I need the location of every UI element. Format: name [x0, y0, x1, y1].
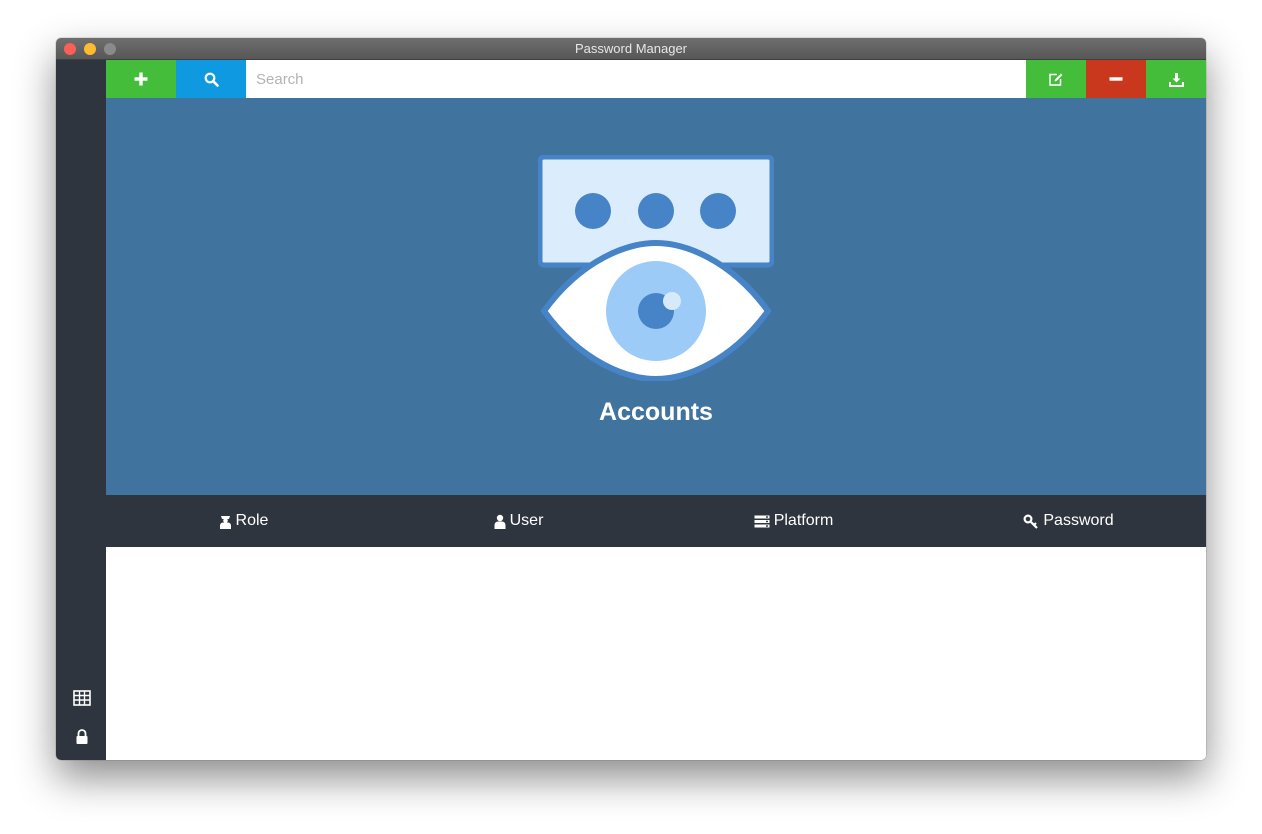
page-title: Accounts: [599, 398, 713, 426]
server-icon: [754, 515, 770, 527]
column-header-label: Password: [1043, 512, 1114, 529]
column-header-role[interactable]: Role: [106, 495, 381, 547]
minus-icon: [1109, 77, 1123, 81]
column-header-password[interactable]: Password: [931, 495, 1206, 547]
window-title: Password Manager: [575, 41, 687, 56]
download-icon: [1168, 72, 1184, 87]
search-input[interactable]: [246, 60, 1026, 98]
remove-button[interactable]: [1086, 60, 1146, 98]
column-header-label: User: [509, 512, 544, 529]
add-button[interactable]: [106, 60, 176, 98]
column-header-bar: Role User Platform Password: [106, 495, 1206, 547]
plus-icon: [134, 72, 148, 86]
toolbar: [106, 60, 1206, 98]
sidebar-item-table[interactable]: [71, 687, 93, 709]
column-header-label: Platform: [773, 512, 834, 529]
close-window-button[interactable]: [64, 43, 76, 55]
search-button[interactable]: [176, 60, 246, 98]
column-header-label: Role: [235, 512, 269, 529]
lock-icon: [76, 729, 88, 744]
column-header-platform[interactable]: Platform: [656, 495, 931, 547]
maximize-window-button[interactable]: [104, 43, 116, 55]
sidebar: [56, 60, 106, 760]
edit-icon: [1049, 73, 1063, 86]
search-icon: [204, 72, 219, 87]
role-icon: [219, 515, 231, 529]
edit-button[interactable]: [1026, 60, 1086, 98]
hero-banner: Accounts: [106, 98, 1206, 495]
sidebar-item-lock[interactable]: [71, 726, 93, 748]
accounts-list: [106, 547, 1206, 760]
user-icon: [494, 514, 506, 529]
table-icon: [73, 690, 91, 706]
minimize-window-button[interactable]: [84, 43, 96, 55]
password-eye-icon: [538, 155, 774, 381]
key-icon: [1023, 513, 1039, 529]
title-bar: Password Manager: [56, 38, 1206, 60]
app-window: Password Manager Search Accounts Role Us…: [56, 38, 1206, 760]
column-header-user[interactable]: User: [381, 495, 656, 547]
download-button[interactable]: [1146, 60, 1206, 98]
